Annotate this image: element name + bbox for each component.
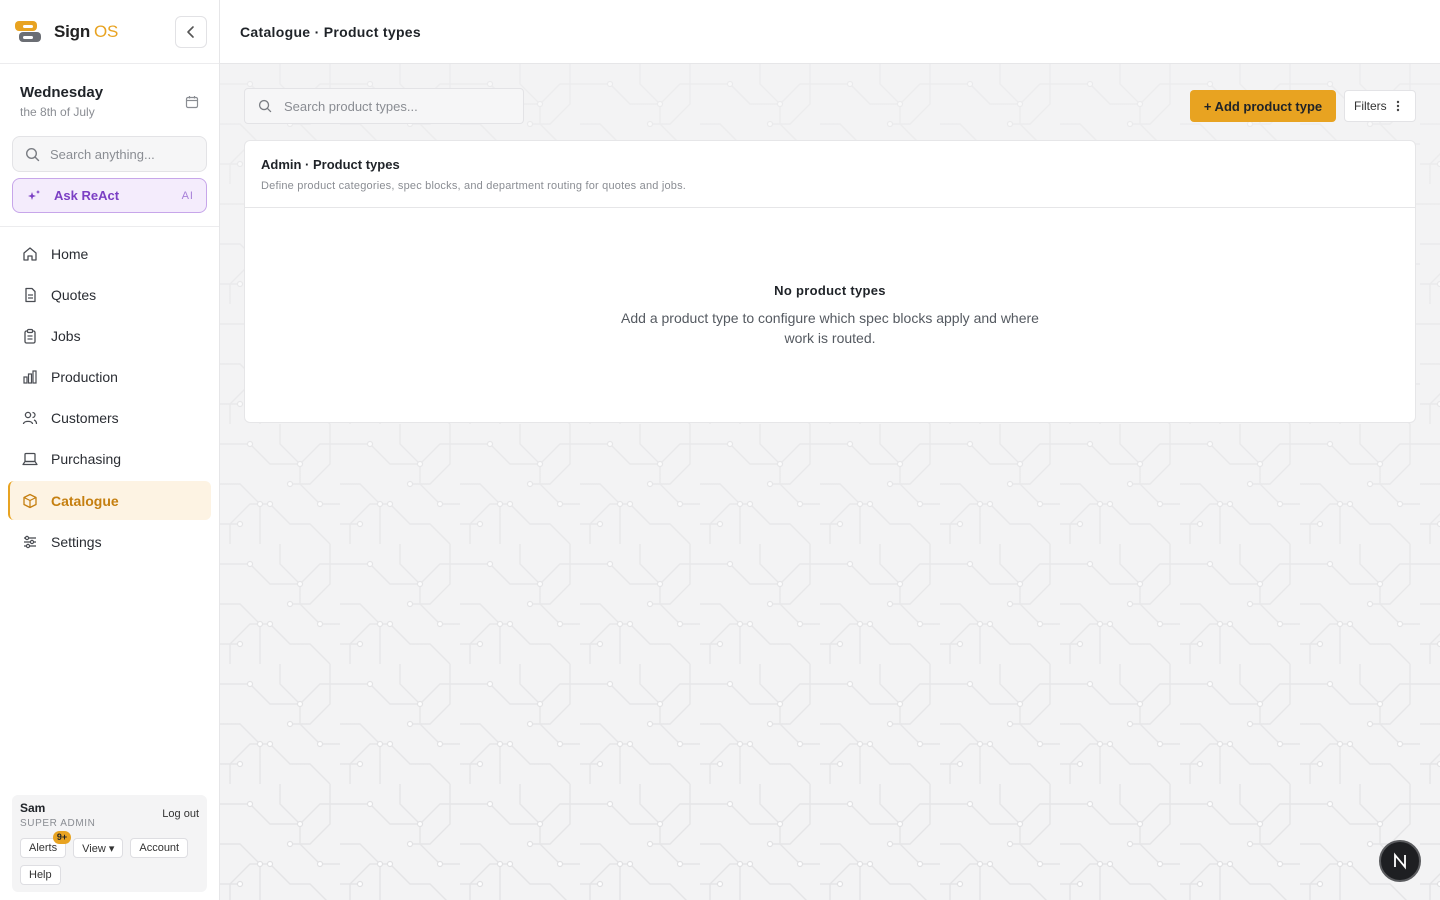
sidebar-item-label: Production [51,369,118,386]
sidebar: SignOS Wednesday the 8th of July Ask ReA… [0,0,220,900]
sidebar-item-label: Quotes [51,286,97,303]
breadcrumb: Catalogue · Product types [240,23,421,40]
empty-state-text: Add a product type to configure which sp… [621,310,1039,346]
sidebar-item-label: Customers [51,410,119,427]
ask-react-button[interactable]: Ask ReAct AI [12,178,207,213]
sidebar-item-jobs[interactable]: Jobs [8,316,211,355]
chevron-left-icon [187,25,194,38]
search-icon [258,99,272,113]
account-button[interactable]: Account [130,838,189,858]
sidebar-item-label: Purchasing [51,451,122,468]
home-icon [22,246,38,262]
more-vertical-icon [1396,100,1400,112]
sidebar-item-catalogue[interactable]: Catalogue [8,481,211,521]
laptop-icon [22,451,38,467]
sidebar-item-label: Jobs [51,327,81,344]
date-subtitle: the 8th of July [20,105,95,119]
empty-state-title: No product types [774,283,886,298]
panel-title: Admin · Product types [261,157,400,172]
product-types-panel: Admin · Product types Define product cat… [244,140,1416,423]
calendar-icon[interactable] [185,95,199,109]
panel-header: Admin · Product types Define product cat… [245,141,1415,208]
ai-tag: AI [181,189,194,202]
search-icon [25,147,40,161]
brand-suffix: OS [94,21,119,41]
sliders-icon [22,534,38,550]
product-type-search-input[interactable] [284,98,514,114]
sidebar-item-label: Catalogue [51,492,119,509]
add-product-type-button[interactable]: + Add product type [1190,90,1336,122]
alerts-badge: 9+ [52,831,72,844]
date-day: Wednesday [20,84,104,101]
ask-react-label: Ask ReAct [54,188,120,203]
sidebar-divider [0,226,219,227]
assistant-fab-button[interactable] [1379,840,1421,882]
alerts-button[interactable]: Alerts 9+ [20,831,72,858]
topbar: Catalogue · Product types [220,0,1440,64]
main-content: + Add product type Filters Admin · Produ… [220,64,1440,900]
sidebar-item-home[interactable]: Home [8,234,211,273]
collapse-sidebar-button[interactable] [175,15,207,48]
sidebar-search-input[interactable] [50,146,190,162]
filters-button[interactable]: Filters [1344,90,1416,122]
empty-state: No product types Add a product type to c… [245,208,1415,348]
help-button[interactable]: Help [20,865,61,885]
clipboard-icon [22,328,38,344]
view-button[interactable]: View ▾ [73,838,124,858]
bar-chart-icon [22,369,38,385]
user-card: Sam SUPER ADMIN Log out Alerts 9+ View ▾… [12,795,207,892]
logo-icon [15,20,41,42]
sidebar-item-production[interactable]: Production [8,358,211,397]
alerts-label: Alerts [29,842,58,854]
sidebar-item-customers[interactable]: Customers [8,399,211,438]
sidebar-item-purchasing[interactable]: Purchasing [8,440,211,479]
brand-header: Sign OS [0,0,219,64]
sparkle-icon [28,190,40,200]
sidebar-item-label: Home [51,245,89,262]
panel-description: Define product categories, spec blocks, … [261,180,687,192]
brand-name-text: Sign [54,21,91,41]
user-actions: Alerts 9+ View ▾ Account [20,831,189,858]
brand-name: Sign OS [54,22,118,42]
logout-button[interactable]: Log out [162,808,199,820]
sidebar-item-label: Settings [51,533,102,550]
document-icon [22,287,38,303]
sidebar-nav: Home Quotes Jobs Production Customers Pu… [8,234,211,564]
sidebar-item-quotes[interactable]: Quotes [8,275,211,314]
box-icon [22,493,38,509]
sidebar-item-settings[interactable]: Settings [8,522,211,561]
users-icon [22,410,38,426]
n-logo-icon [1394,852,1406,870]
sidebar-search[interactable] [12,136,207,172]
product-type-search[interactable] [244,88,524,124]
filters-label: Filters [1354,99,1387,113]
